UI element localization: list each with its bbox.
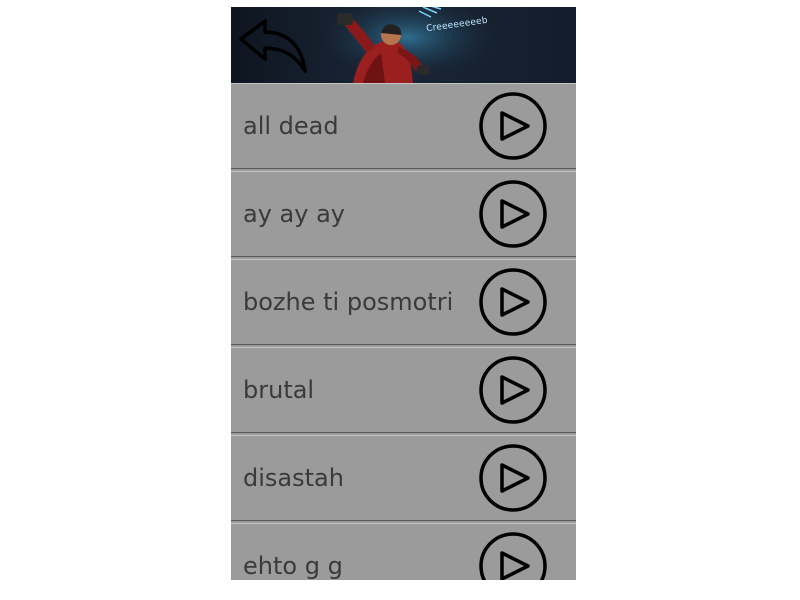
play-icon[interactable] <box>478 355 548 425</box>
sound-row-brutal[interactable]: brutal <box>231 347 576 433</box>
app-screen: Creeeeeeeeb all dead ay ay ay bozhe ti p… <box>231 7 576 580</box>
header-banner: Creeeeeeeeb <box>231 7 576 83</box>
sound-label: all dead <box>243 112 339 140</box>
sound-list: all dead ay ay ay bozhe ti posmotri brut… <box>231 83 576 580</box>
sound-label: bozhe ti posmotri <box>243 288 454 316</box>
sound-row-bozhe-ti-posmotri[interactable]: bozhe ti posmotri <box>231 259 576 345</box>
sound-row-disastah[interactable]: disastah <box>231 435 576 521</box>
sound-label: brutal <box>243 376 315 404</box>
play-icon[interactable] <box>478 267 548 337</box>
sound-row-ehto-g-g[interactable]: ehto g g <box>231 523 576 580</box>
play-icon[interactable] <box>478 91 548 161</box>
sound-row-ay-ay-ay[interactable]: ay ay ay <box>231 171 576 257</box>
sound-label: ehto g g <box>243 552 343 580</box>
play-icon[interactable] <box>478 443 548 513</box>
sound-row-all-dead[interactable]: all dead <box>231 83 576 169</box>
back-arrow-icon[interactable] <box>235 15 311 79</box>
sound-label: ay ay ay <box>243 200 345 228</box>
play-icon[interactable] <box>478 531 548 580</box>
play-icon[interactable] <box>478 179 548 249</box>
sound-label: disastah <box>243 464 344 492</box>
